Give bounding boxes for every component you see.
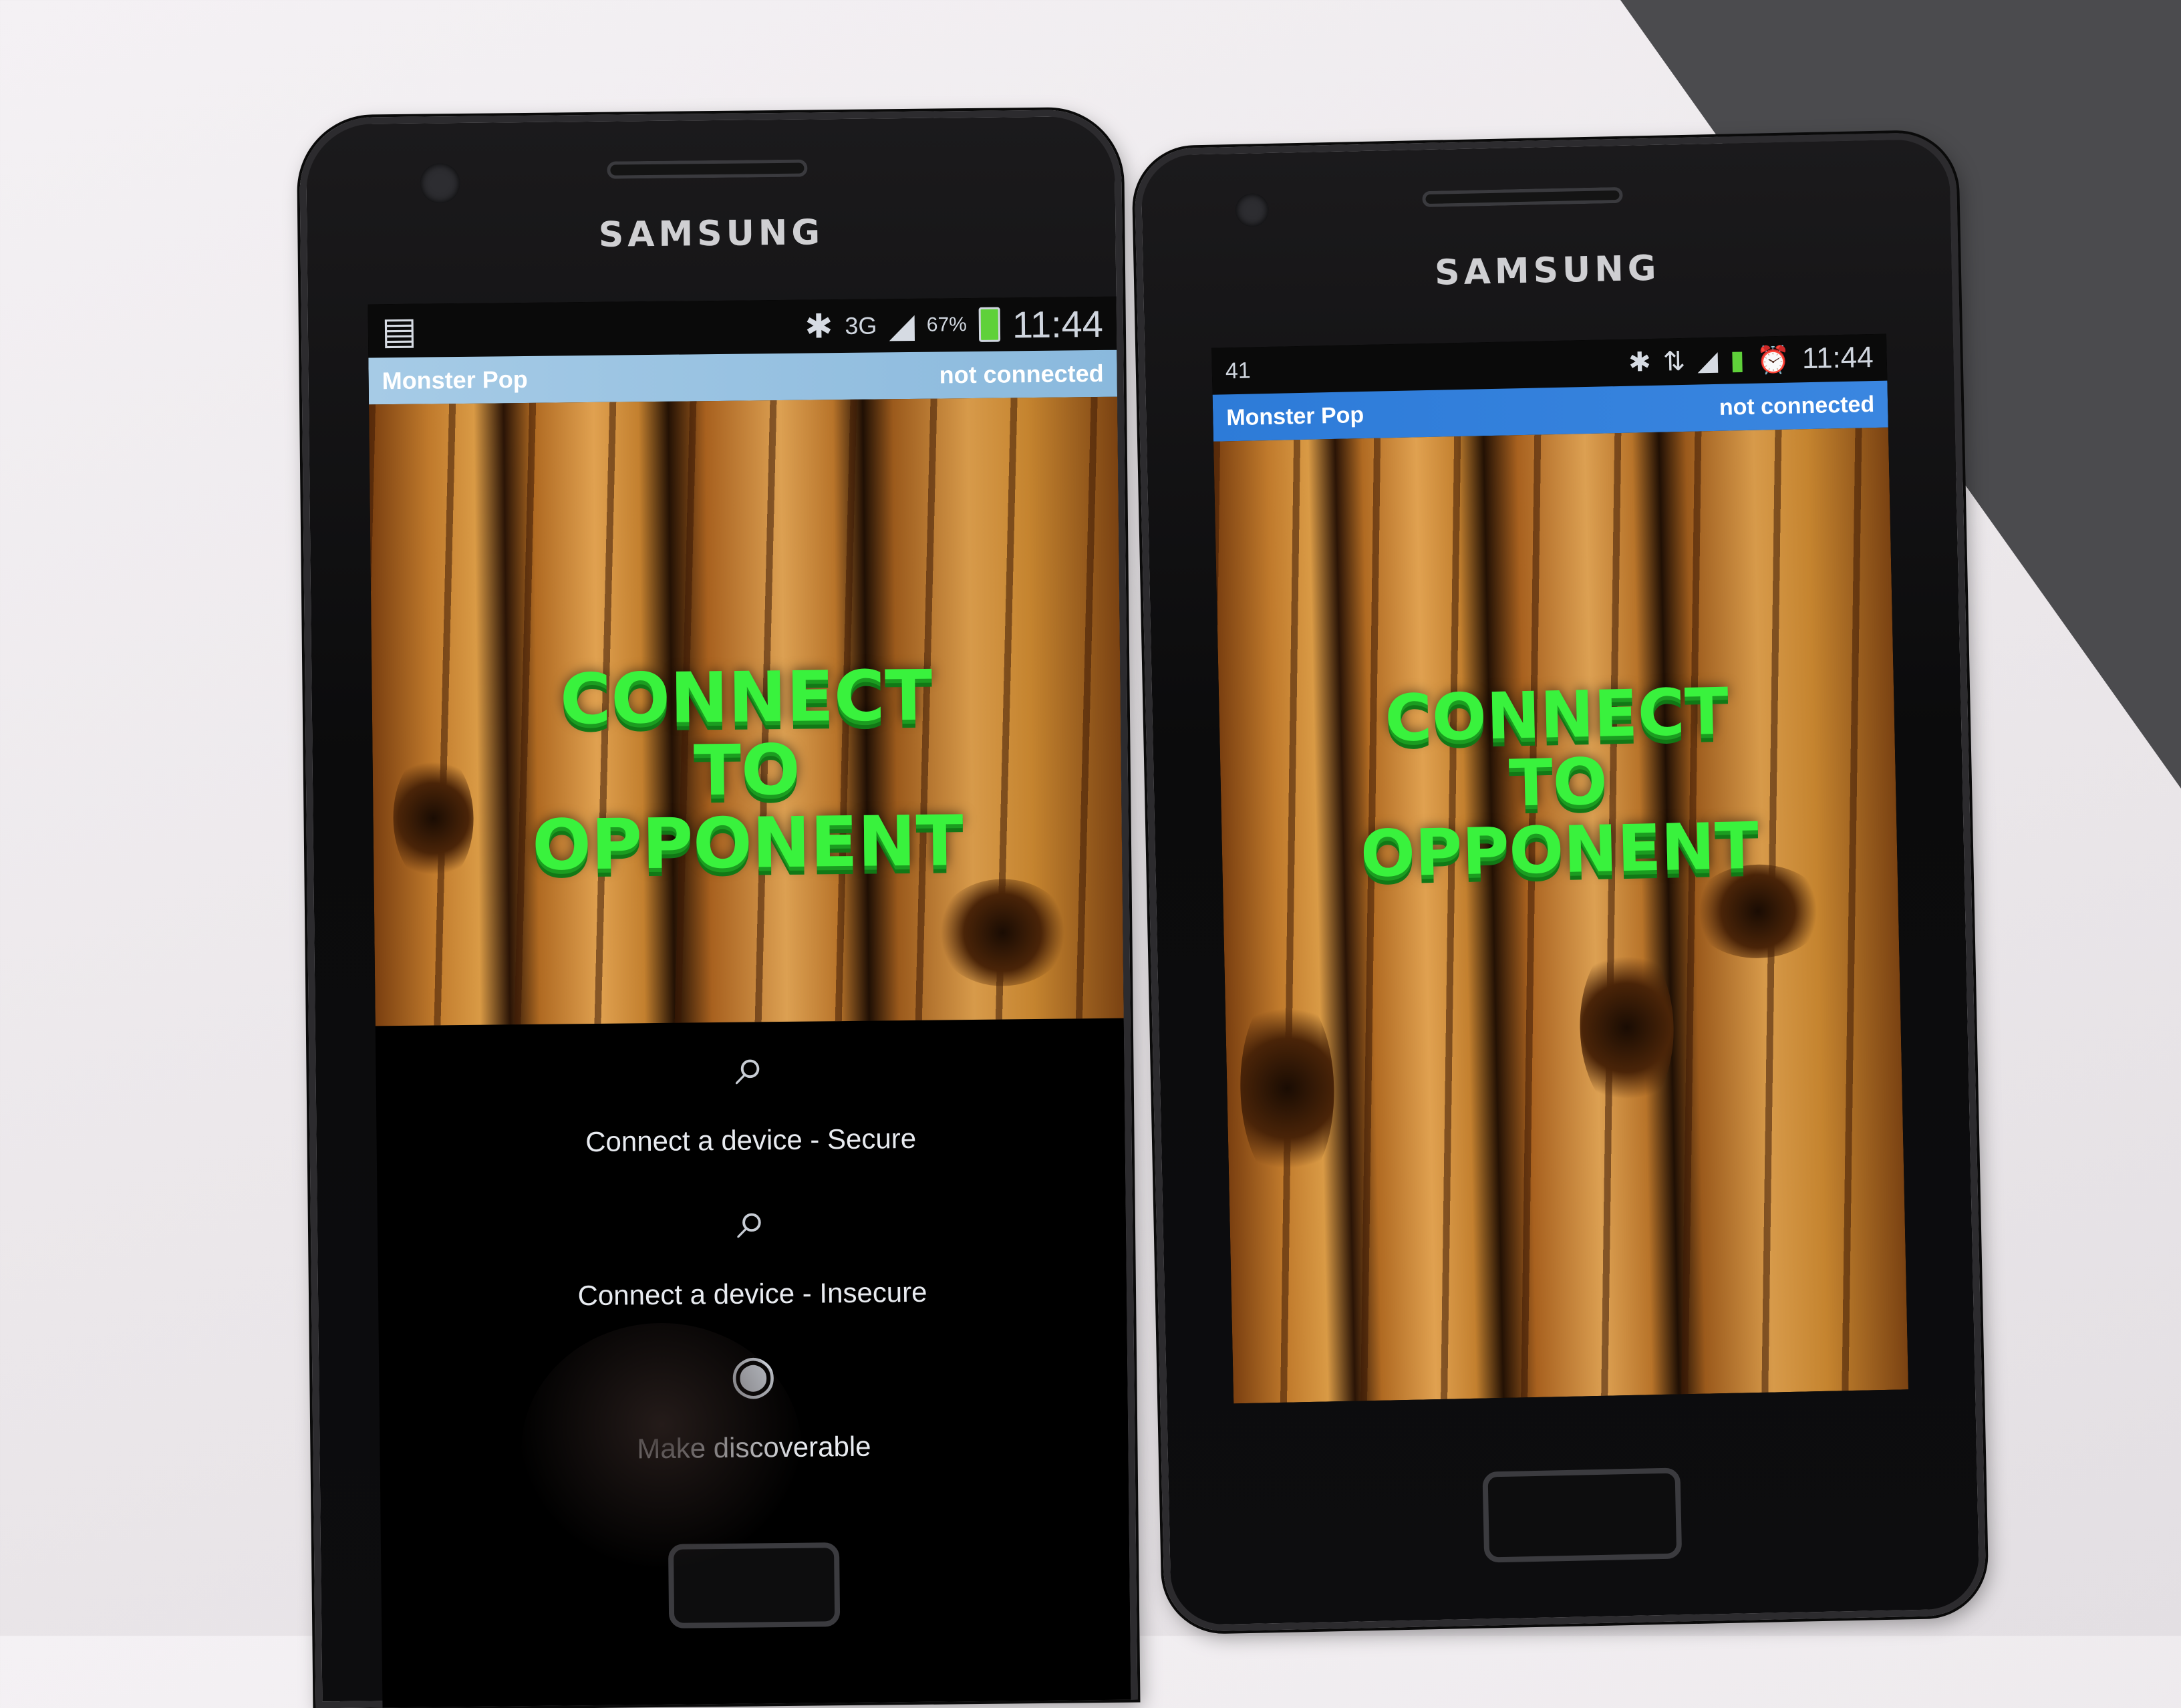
headline-line-3: OPPONENT [1360, 808, 1759, 891]
connection-status: not connected [1719, 391, 1875, 420]
wood-knot [1238, 987, 1336, 1190]
battery-icon: ▮ [1729, 345, 1745, 376]
connect-insecure-item[interactable]: ⌕ Connect a device - Insecure [377, 1185, 1127, 1347]
signal-icon: ◢ [889, 306, 915, 345]
alarm-icon: ⏰ [1756, 345, 1791, 376]
wood-background: CONNECT TO OPPONENT [369, 396, 1124, 1026]
earpiece-speaker [1422, 186, 1623, 208]
status-clock: 11:44 [1801, 341, 1874, 376]
search-icon: ⌕ [736, 1189, 767, 1250]
wood-background: CONNECT TO OPPONENT [1213, 427, 1909, 1404]
wood-knot [935, 878, 1070, 987]
bluetooth-icon: ✱ [805, 307, 833, 345]
signal-icon: ◢ [1697, 345, 1719, 376]
front-camera [420, 162, 460, 204]
headline-line-2: TO [693, 728, 801, 812]
brand-logo: SAMSUNG [1434, 248, 1661, 293]
status-bar: ▤ ✱ 3G ◢ 67% 11:44 [368, 296, 1117, 358]
wood-knot [1578, 940, 1676, 1116]
connection-status: not connected [939, 359, 1104, 389]
notification-sim-icon: ▤ [381, 309, 418, 352]
battery-icon [978, 307, 1001, 342]
app-title: Monster Pop [382, 365, 528, 395]
battery-percent: 67% [926, 313, 968, 336]
headline-line-3: OPPONENT [531, 800, 964, 887]
right-phone: SAMSUNG 41 ✱ ⇅ ◢ ▮ ⏰ 11:44 Monster Pop n… [1133, 132, 1987, 1632]
headline-line-1: CONNECT [559, 654, 933, 740]
connect-secure-item[interactable]: ⌕ Connect a device - Secure [376, 1032, 1125, 1193]
app-title-bar: Monster Pop not connected [368, 349, 1118, 405]
connect-secure-label: Connect a device - Secure [585, 1122, 917, 1158]
connect-insecure-label: Connect a device - Insecure [577, 1276, 927, 1312]
data-activity-icon: ⇅ [1662, 346, 1686, 377]
app-title: Monster Pop [1225, 402, 1364, 430]
reflection [521, 1323, 802, 1577]
brand-logo: SAMSUNG [598, 212, 825, 255]
connect-headline[interactable]: CONNECT TO OPPONENT [372, 654, 1122, 887]
earpiece-speaker [607, 159, 808, 179]
network-type: 3G [845, 311, 877, 339]
status-left-indicator: 41 [1225, 358, 1252, 384]
front-camera [1235, 192, 1270, 227]
connect-headline[interactable]: CONNECT TO OPPONENT [1219, 674, 1898, 891]
bluetooth-icon: ✱ [1628, 347, 1652, 378]
search-icon: ⌕ [734, 1036, 766, 1096]
home-button[interactable] [1482, 1467, 1683, 1563]
status-clock: 11:44 [1012, 302, 1104, 345]
right-screen: 41 ✱ ⇅ ◢ ▮ ⏰ 11:44 Monster Pop not conne… [1211, 333, 1909, 1404]
